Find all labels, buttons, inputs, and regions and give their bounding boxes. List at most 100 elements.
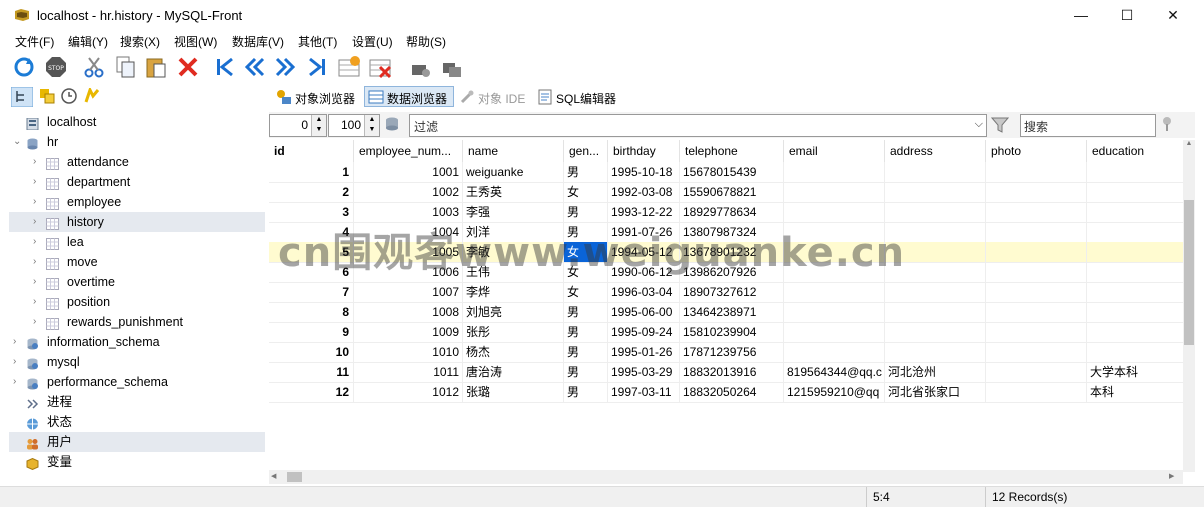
cell-education[interactable] xyxy=(1087,262,1183,282)
cell-education[interactable] xyxy=(1087,202,1183,222)
cell-birthday[interactable]: 1992-03-08 xyxy=(608,182,680,202)
next-page-icon[interactable] xyxy=(273,55,297,79)
tree-item-position[interactable]: › position xyxy=(9,292,265,312)
cell-email[interactable] xyxy=(784,202,885,222)
chevron-right-icon[interactable]: › xyxy=(33,312,43,332)
cell-id[interactable]: 3 xyxy=(269,202,354,222)
vertical-scroll-thumb[interactable] xyxy=(1184,200,1194,345)
cell-email[interactable] xyxy=(784,282,885,302)
cut-icon[interactable] xyxy=(82,55,106,79)
first-record-icon[interactable] xyxy=(213,55,237,79)
cell-photo[interactable] xyxy=(986,202,1087,222)
table-row[interactable]: 8 1008 刘旭亮男 1995-06-00 13464238971 xyxy=(269,302,1183,323)
cell-telephone[interactable]: 18907327612 xyxy=(680,282,784,302)
menu-help[interactable]: 帮助(S) xyxy=(406,33,446,50)
cell-telephone[interactable]: 13464238971 xyxy=(680,302,784,322)
tab-data-browser[interactable]: 数据浏览器 xyxy=(387,90,447,107)
search-input[interactable]: 搜索 xyxy=(1020,114,1156,137)
cell-education[interactable] xyxy=(1087,162,1183,182)
cell-id[interactable]: 12 xyxy=(269,382,354,402)
cell-name[interactable]: 王秀英 xyxy=(463,182,564,202)
cell-name[interactable]: 唐治涛 xyxy=(463,362,564,382)
spinner-arrows-icon[interactable]: ▲ ▼ xyxy=(364,115,379,136)
cell-employee-number[interactable]: 1003 xyxy=(354,202,463,222)
cell-name[interactable]: 李强 xyxy=(463,202,564,222)
delete-icon[interactable] xyxy=(176,55,200,79)
cell-birthday[interactable]: 1996-03-04 xyxy=(608,282,680,302)
cell-employee-number[interactable]: 1009 xyxy=(354,322,463,342)
tree-item-[interactable]: 状态 xyxy=(9,412,265,432)
table-row[interactable]: 7 1007 李烨女 1996-03-04 18907327612 xyxy=(269,282,1183,303)
cell-gender[interactable]: 男 xyxy=(564,382,608,402)
menu-database[interactable]: 数据库(V) xyxy=(232,33,284,50)
history-icon[interactable] xyxy=(61,88,77,104)
cell-address[interactable] xyxy=(885,302,986,322)
scroll-right-icon[interactable]: ▶ xyxy=(1169,472,1179,482)
cell-name[interactable]: 李烨 xyxy=(463,282,564,302)
chevron-right-icon[interactable]: › xyxy=(33,172,43,192)
cell-email[interactable]: 819564344@qq.c xyxy=(784,362,885,382)
cell-birthday[interactable]: 1995-09-24 xyxy=(608,322,680,342)
cell-gender[interactable]: 女 xyxy=(564,182,608,202)
cell-name[interactable]: 刘旭亮 xyxy=(463,302,564,322)
menu-view[interactable]: 视图(W) xyxy=(174,33,217,50)
cell-employee-number[interactable]: 1010 xyxy=(354,342,463,362)
chevron-right-icon[interactable]: › xyxy=(33,252,43,272)
cell-telephone[interactable]: 17871239756 xyxy=(680,342,784,362)
search-options-icon[interactable] xyxy=(1160,116,1174,132)
tree-item-rewards_punishment[interactable]: › rewards_punishment xyxy=(9,312,265,332)
chevron-right-icon[interactable]: › xyxy=(33,152,43,172)
cell-email[interactable] xyxy=(784,302,885,322)
cell-name[interactable]: 杨杰 xyxy=(463,342,564,362)
cell-education[interactable] xyxy=(1087,322,1183,342)
cell-email[interactable] xyxy=(784,162,885,182)
objects-icon[interactable] xyxy=(39,88,55,104)
cell-photo[interactable] xyxy=(986,302,1087,322)
tab-object-ide[interactable]: 对象 IDE xyxy=(478,90,525,107)
maximize-button[interactable]: ☐ xyxy=(1104,0,1150,30)
menu-settings[interactable]: 设置(U) xyxy=(352,33,393,50)
cell-id[interactable]: 2 xyxy=(269,182,354,202)
cell-education[interactable] xyxy=(1087,182,1183,202)
table-row[interactable]: 1 1001 weiguanke 男 1995-10-18 15678015439 xyxy=(269,162,1183,183)
tree-item-move[interactable]: › move xyxy=(9,252,265,272)
cell-gender[interactable]: 女 xyxy=(564,282,608,302)
column-header-email[interactable]: email xyxy=(784,140,885,162)
cell-employee-number[interactable]: 1011 xyxy=(354,362,463,382)
cell-telephone[interactable]: 15590678821 xyxy=(680,182,784,202)
column-header-photo[interactable]: photo xyxy=(986,140,1087,162)
cell-photo[interactable] xyxy=(986,182,1087,202)
cell-gender[interactable]: 男 xyxy=(564,162,608,182)
column-header-employee-number[interactable]: employee_num... xyxy=(354,140,463,162)
table-row[interactable]: 2 1002 王秀英女 1992-03-08 15590678821 xyxy=(269,182,1183,203)
cell-address[interactable] xyxy=(885,322,986,342)
tree-item-[interactable]: 变量 xyxy=(9,452,265,472)
menu-search[interactable]: 搜索(X) xyxy=(120,33,160,50)
column-header-name[interactable]: name xyxy=(463,140,564,162)
cell-id[interactable]: 8 xyxy=(269,302,354,322)
cell-telephone[interactable]: 15678015439 xyxy=(680,162,784,182)
scroll-up-icon[interactable]: ▲ xyxy=(1184,140,1194,150)
cell-employee-number[interactable]: 1002 xyxy=(354,182,463,202)
chevron-right-icon[interactable]: › xyxy=(33,232,43,252)
favorites-icon[interactable] xyxy=(84,88,100,104)
cell-address[interactable]: 河北沧州 xyxy=(885,362,986,382)
cell-birthday[interactable]: 1993-12-22 xyxy=(608,202,680,222)
menu-other[interactable]: 其他(T) xyxy=(298,33,337,50)
cell-employee-number[interactable]: 1012 xyxy=(354,382,463,402)
tree-item-performance_schema[interactable]: › performance_schema xyxy=(9,372,265,392)
chevron-down-icon[interactable]: ⌵ xyxy=(975,118,983,131)
cell-address[interactable]: 河北省张家口 xyxy=(885,382,986,402)
column-header-id[interactable]: id xyxy=(269,140,354,162)
cell-education[interactable]: 大学本科 xyxy=(1087,362,1183,382)
cell-employee-number[interactable]: 1008 xyxy=(354,302,463,322)
cell-email[interactable] xyxy=(784,182,885,202)
cell-email[interactable]: 1215959210@qq xyxy=(784,382,885,402)
cell-telephone[interactable]: 15810239904 xyxy=(680,322,784,342)
column-header-address[interactable]: address xyxy=(885,140,986,162)
chevron-right-icon[interactable]: › xyxy=(13,372,23,392)
chevron-right-icon[interactable]: › xyxy=(13,332,23,352)
cell-id[interactable]: 9 xyxy=(269,322,354,342)
cell-address[interactable] xyxy=(885,182,986,202)
copy-icon[interactable] xyxy=(114,55,138,79)
